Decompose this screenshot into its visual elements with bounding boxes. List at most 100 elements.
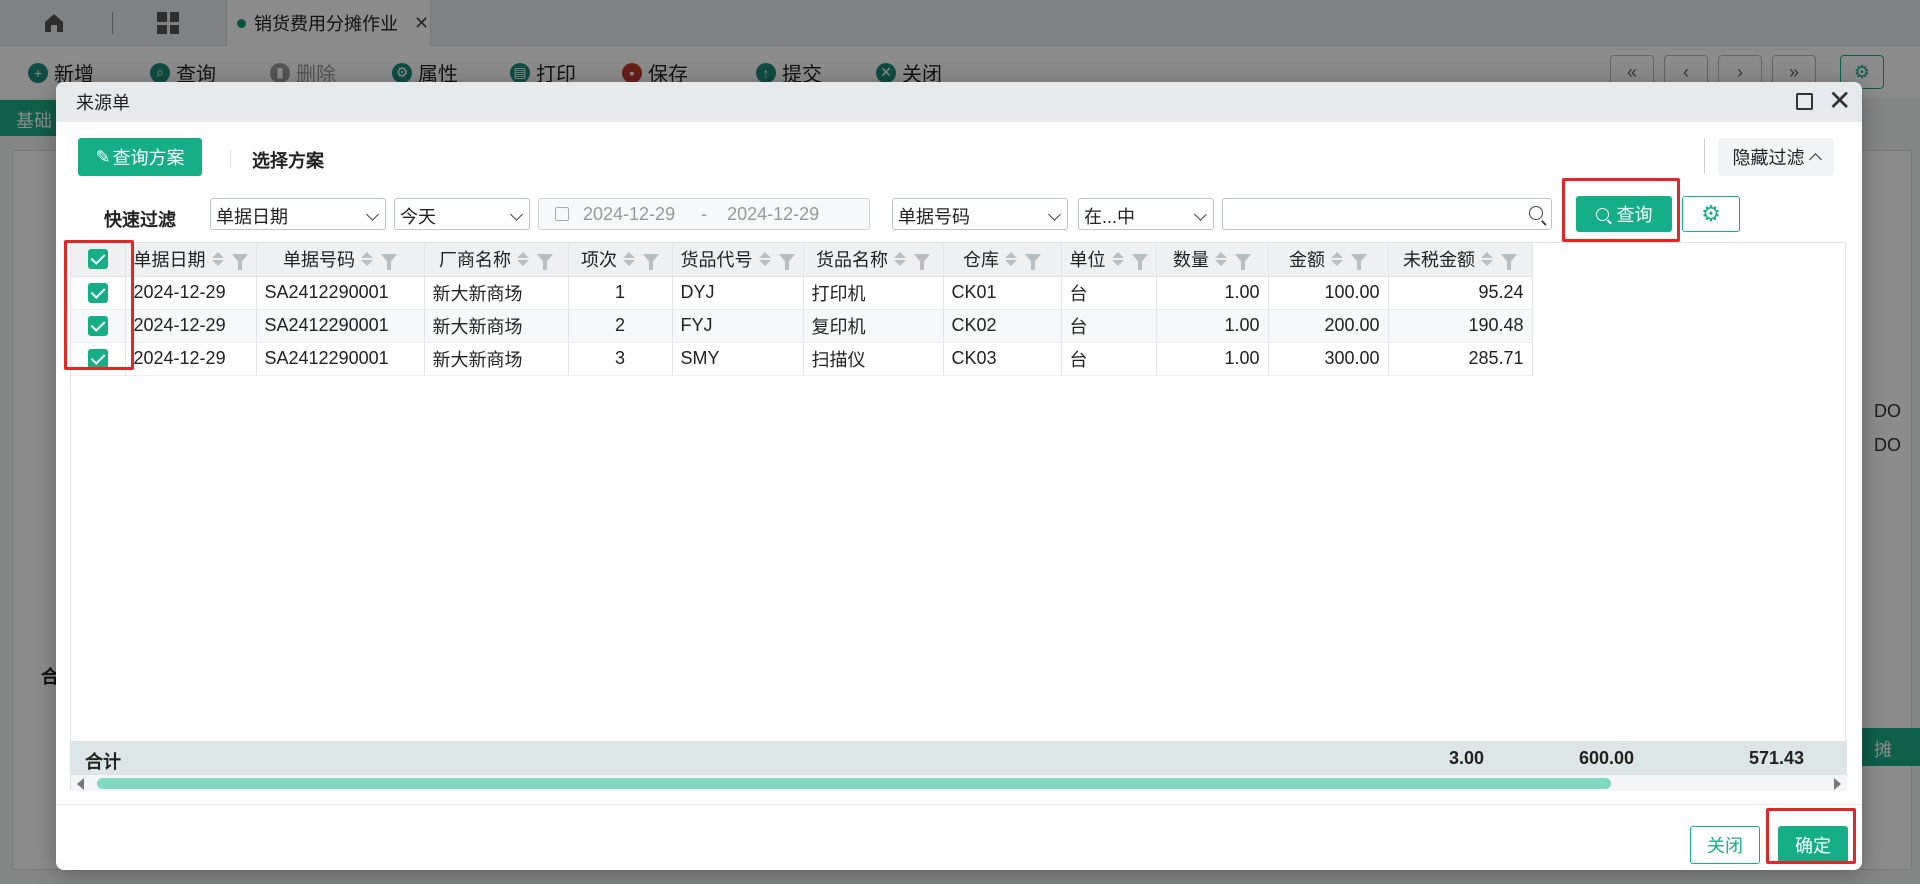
- filter-icon[interactable]: [1131, 254, 1148, 271]
- source-doc-dialog: 来源单 ✕ ✎ 查询方案 选择方案 隐藏过滤 快速过滤 单据日期 今天 2024…: [56, 82, 1862, 870]
- cell-vendor: 新大新商场: [424, 342, 569, 375]
- cell-qty: 1.00: [1156, 342, 1269, 375]
- sort-icon[interactable]: [1215, 252, 1227, 267]
- filter-icon[interactable]: [231, 254, 248, 271]
- dialog-title: 来源单: [76, 93, 130, 113]
- cell-qty: 1.00: [1156, 309, 1269, 342]
- cell-net-amount: 95.24: [1388, 276, 1533, 309]
- col-label: 项次: [581, 250, 617, 271]
- filter2-field-select[interactable]: 单据号码: [892, 198, 1068, 230]
- chevron-down-icon: [1194, 208, 1207, 221]
- cell-date: 2024-12-29: [125, 276, 257, 309]
- close-icon[interactable]: ✕: [1828, 86, 1851, 116]
- filter2-value-input[interactable]: [1222, 198, 1552, 230]
- row-checkbox[interactable]: [71, 342, 126, 375]
- dialog-header: 来源单 ✕: [56, 82, 1862, 122]
- sort-icon[interactable]: [758, 252, 771, 267]
- sort-icon[interactable]: [1111, 252, 1124, 267]
- quick-filter-label: 快速过滤: [104, 210, 176, 230]
- chevron-down-icon: [510, 208, 523, 221]
- sort-icon[interactable]: [894, 252, 906, 267]
- sort-icon[interactable]: [623, 252, 635, 267]
- date-to: 2024-12-29: [727, 203, 820, 224]
- query-plan-label: 查询方案: [112, 148, 185, 168]
- cell-item: 1: [568, 276, 673, 309]
- plan-divider: [230, 150, 231, 168]
- scrollbar-thumb[interactable]: [97, 778, 1611, 789]
- cell-item: 3: [568, 342, 673, 375]
- sort-icon[interactable]: [517, 252, 529, 267]
- table-row[interactable]: 2024-12-29 SA2412290001 新大新商场 1 DYJ 打印机 …: [71, 276, 1533, 309]
- cell-doc-no: SA2412290001: [256, 342, 425, 375]
- table-row[interactable]: 2024-12-29 SA2412290001 新大新商场 2 FYJ 复印机 …: [71, 309, 1533, 342]
- filter-icon[interactable]: [1025, 254, 1041, 271]
- dialog-footer: 关闭 确定: [56, 804, 1862, 870]
- hide-filter-button[interactable]: 隐藏过滤: [1718, 138, 1834, 176]
- cell-product-code: FYJ: [672, 309, 804, 342]
- col-header-vendor[interactable]: 厂商名称: [424, 243, 569, 277]
- checkbox-checked-icon: [87, 249, 108, 270]
- col-header-product-code[interactable]: 货品代号: [672, 243, 804, 277]
- cell-vendor: 新大新商场: [424, 309, 569, 342]
- sort-icon[interactable]: [1481, 252, 1493, 267]
- filter1-operator-value: 今天: [400, 207, 436, 227]
- sort-icon[interactable]: [1005, 252, 1017, 267]
- filter-icon[interactable]: [1501, 254, 1517, 271]
- col-header-unit[interactable]: 单位: [1061, 243, 1157, 277]
- filter-icon[interactable]: [1235, 254, 1251, 271]
- checkbox-checked-icon: [87, 315, 108, 336]
- scroll-left-icon[interactable]: [77, 778, 84, 790]
- table-row[interactable]: 2024-12-29 SA2412290001 新大新商场 3 SMY 扫描仪 …: [71, 342, 1533, 375]
- col-header-warehouse[interactable]: 仓库: [943, 243, 1062, 277]
- select-all-checkbox[interactable]: [71, 243, 126, 277]
- cell-product-name: 复印机: [803, 309, 944, 342]
- col-label: 货品代号: [680, 250, 753, 271]
- col-label: 单据日期: [133, 250, 206, 271]
- filter-settings-gear-icon[interactable]: ⚙: [1682, 196, 1740, 232]
- col-header-date[interactable]: 单据日期: [125, 243, 257, 277]
- sum-net-amount: 571.43: [1749, 748, 1805, 768]
- cell-item: 2: [568, 309, 673, 342]
- col-header-qty[interactable]: 数量: [1156, 243, 1269, 277]
- cell-doc-no: SA2412290001: [256, 309, 425, 342]
- filter1-field-value: 单据日期: [216, 207, 288, 227]
- row-checkbox[interactable]: [71, 276, 126, 309]
- filter1-operator-select[interactable]: 今天: [394, 198, 530, 230]
- filter2-operator-select[interactable]: 在...中: [1078, 198, 1214, 230]
- date-from: 2024-12-29: [583, 203, 676, 224]
- close-button[interactable]: 关闭: [1690, 826, 1760, 864]
- horizontal-scrollbar[interactable]: [71, 775, 1847, 791]
- col-header-net-amount[interactable]: 未税金额: [1388, 243, 1533, 277]
- col-header-doc-no[interactable]: 单据号码: [256, 243, 425, 277]
- sort-icon[interactable]: [1331, 252, 1343, 267]
- filter-icon[interactable]: [778, 254, 795, 271]
- filter-icon[interactable]: [643, 254, 659, 271]
- col-header-item[interactable]: 项次: [568, 243, 673, 277]
- scroll-right-icon[interactable]: [1834, 778, 1841, 790]
- filter-icon[interactable]: [914, 254, 930, 271]
- col-label: 单据号码: [283, 250, 355, 271]
- filter-icon[interactable]: [381, 254, 397, 271]
- confirm-button[interactable]: 确定: [1778, 826, 1848, 864]
- chevron-down-icon: [366, 208, 379, 221]
- tools-icon: ✎: [95, 146, 111, 167]
- filter-icon[interactable]: [537, 254, 553, 271]
- search-icon[interactable]: [1529, 206, 1543, 220]
- maximize-icon[interactable]: [1796, 93, 1813, 110]
- col-header-amount[interactable]: 金额: [1268, 243, 1389, 277]
- cell-warehouse: CK01: [943, 276, 1062, 309]
- sort-icon[interactable]: [361, 252, 373, 267]
- cell-product-name: 扫描仪: [803, 342, 944, 375]
- row-checkbox[interactable]: [71, 309, 126, 342]
- date-range-input[interactable]: 2024-12-29 - 2024-12-29: [538, 198, 870, 230]
- cell-unit: 台: [1061, 342, 1157, 375]
- query-button[interactable]: 查询: [1576, 196, 1672, 232]
- col-header-product-name[interactable]: 货品名称: [803, 243, 944, 277]
- sort-icon[interactable]: [211, 252, 224, 267]
- filter1-field-select[interactable]: 单据日期: [210, 198, 386, 230]
- filter2-operator-value: 在...中: [1084, 207, 1136, 227]
- col-label: 金额: [1289, 250, 1325, 271]
- filter-icon[interactable]: [1351, 254, 1367, 271]
- query-plan-button[interactable]: ✎ 查询方案: [78, 138, 202, 176]
- select-plan-label[interactable]: 选择方案: [252, 147, 324, 173]
